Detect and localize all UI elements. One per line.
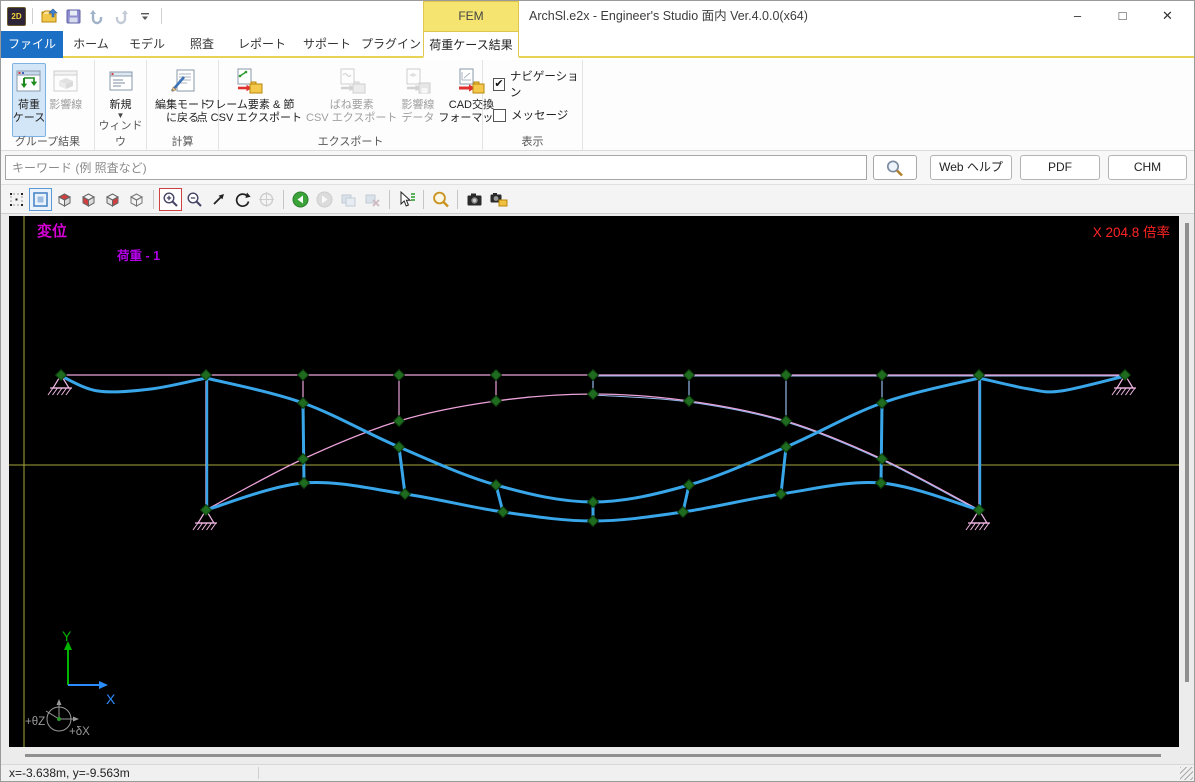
message-checkbox-row[interactable]: メッセージ xyxy=(493,107,582,123)
navigation-checkbox-label: ナビゲーション xyxy=(510,68,582,100)
influence-data-icon xyxy=(403,67,433,97)
model-viewport[interactable] xyxy=(9,216,1179,747)
toolbar-divider xyxy=(457,190,458,209)
search-button[interactable] xyxy=(873,155,917,180)
cad-exchange-icon xyxy=(456,67,486,97)
toolbar-divider xyxy=(283,190,284,209)
influence-data-button[interactable]: 影響線 データ xyxy=(400,63,435,137)
undo-icon[interactable] xyxy=(87,6,107,26)
view-cube-front-icon[interactable] xyxy=(53,188,76,211)
zoom-in-icon[interactable] xyxy=(159,188,182,211)
tab-model[interactable]: モデル xyxy=(119,31,175,58)
tab-support[interactable]: サポート xyxy=(295,31,359,58)
ribbon-group-window: 新規 ▼ ウィンドウ xyxy=(95,60,147,150)
rotate-icon[interactable] xyxy=(231,188,254,211)
toolbar-divider xyxy=(423,190,424,209)
ribbon: 荷重 ケース 影響線 グループ結果 xyxy=(1,60,1194,151)
pointer-select-icon[interactable] xyxy=(395,188,418,211)
message-checkbox-label: メッセージ xyxy=(511,107,568,123)
maximize-button[interactable]: □ xyxy=(1100,1,1145,31)
status-bar: x=-3.638m, y=-9.563m xyxy=(1,764,1194,781)
orbit-icon[interactable] xyxy=(255,188,278,211)
resize-grip-icon[interactable] xyxy=(1180,767,1193,780)
return-edit-mode-icon xyxy=(168,67,198,97)
tab-report[interactable]: レポート xyxy=(229,31,295,58)
window-title: ArchSl.e2x - Engineer's Studio 面内 Ver.4.… xyxy=(529,1,808,31)
zoom-out-icon[interactable] xyxy=(183,188,206,211)
toolbar-divider xyxy=(389,190,390,209)
preview-zoom-icon[interactable] xyxy=(429,188,452,211)
view-cube-iso-icon[interactable] xyxy=(101,188,124,211)
model-copy-icon[interactable] xyxy=(337,188,360,211)
nav-forward-icon[interactable] xyxy=(313,188,336,211)
tab-loadcase-results[interactable]: 荷重ケース結果 xyxy=(423,31,519,58)
fit-view-icon[interactable] xyxy=(29,188,52,211)
ribbon-group-export: フレーム要素 & 節 点 CSV エクスポート ばね要素 CSV エクスポート xyxy=(219,60,483,150)
model-delete-icon[interactable] xyxy=(361,188,384,211)
pan-icon[interactable] xyxy=(207,188,230,211)
load-case-icon xyxy=(14,67,44,97)
load-case-button[interactable]: 荷重 ケース xyxy=(12,63,46,137)
window-controls: – □ ✕ xyxy=(1055,1,1190,31)
web-help-button[interactable]: Web ヘルプ xyxy=(930,155,1012,180)
open-file-icon[interactable] xyxy=(39,6,59,26)
pdf-button[interactable]: PDF xyxy=(1020,155,1100,180)
toolbar-divider xyxy=(153,190,154,209)
divider xyxy=(32,8,33,24)
minimize-button[interactable]: – xyxy=(1055,1,1100,31)
influence-line-icon xyxy=(51,67,81,97)
tab-file[interactable]: ファイル xyxy=(1,31,63,58)
search-icon xyxy=(884,159,906,177)
group-label: エクスポート xyxy=(219,133,482,149)
message-checkbox[interactable] xyxy=(493,109,506,122)
title-bar: 2D FEM ArchSl.e2x - Engineer's Studio 面内… xyxy=(1,1,1194,31)
canvas-area: YX+θZ+δX 変位 荷重 - 1 X 204.8 倍率 xyxy=(1,214,1194,764)
chm-button[interactable]: CHM xyxy=(1108,155,1187,180)
nav-back-icon[interactable] xyxy=(289,188,312,211)
quick-access-toolbar: 2D xyxy=(7,4,164,28)
ribbon-tab-row: ファイル ホーム モデル 照査 レポート サポート プラグイン 荷重ケース結果 xyxy=(1,31,1194,58)
ribbon-group-results: 荷重 ケース 影響線 グループ結果 xyxy=(1,60,95,150)
cursor-coordinates: x=-3.638m, y=-9.563m xyxy=(9,766,130,780)
group-label: グループ結果 xyxy=(1,133,94,149)
tab-plugin[interactable]: プラグイン xyxy=(359,31,423,58)
tab-check[interactable]: 照査 xyxy=(175,31,229,58)
view-toolbar xyxy=(1,185,1194,214)
frame-node-csv-export-button[interactable]: フレーム要素 & 節 点 CSV エクスポート xyxy=(196,63,303,137)
csv-export-icon xyxy=(234,67,264,97)
group-label: ウィンドウ xyxy=(95,117,146,149)
new-window-icon xyxy=(106,67,136,97)
result-type-label: 変位 xyxy=(37,220,67,241)
group-label: 表示 xyxy=(483,133,582,149)
influence-line-button[interactable]: 影響線 xyxy=(48,63,83,137)
navigation-checkbox-row[interactable]: ✔ ナビゲーション xyxy=(493,68,582,100)
navigation-checkbox[interactable]: ✔ xyxy=(493,78,505,91)
app-icon[interactable]: 2D xyxy=(7,7,26,26)
ribbon-group-display: ✔ ナビゲーション メッセージ 表示 xyxy=(483,60,583,150)
camera-icon[interactable] xyxy=(463,188,486,211)
contextual-tab-fem[interactable]: FEM xyxy=(423,1,519,31)
scale-factor-label: X 204.8 倍率 xyxy=(1093,221,1170,241)
divider xyxy=(258,767,259,779)
search-row: Web ヘルプ PDF CHM xyxy=(1,151,1194,185)
spring-csv-export-icon xyxy=(337,67,367,97)
customize-toolbar-icon[interactable] xyxy=(135,6,155,26)
view-cube-top-icon[interactable] xyxy=(77,188,100,211)
app-window: 2D FEM ArchSl.e2x - Engineer's Studio 面内… xyxy=(0,0,1195,782)
horizontal-scrollbar[interactable] xyxy=(25,754,1161,757)
save-icon[interactable] xyxy=(63,6,83,26)
view-cube-wire-icon[interactable] xyxy=(125,188,148,211)
vertical-scrollbar[interactable] xyxy=(1185,223,1189,682)
close-button[interactable]: ✕ xyxy=(1145,1,1190,31)
load-case-label: 荷重 - 1 xyxy=(117,245,160,264)
tab-home[interactable]: ホーム xyxy=(63,31,119,58)
divider xyxy=(161,8,162,24)
camera-save-icon[interactable] xyxy=(487,188,510,211)
search-input[interactable] xyxy=(5,155,867,180)
redo-icon[interactable] xyxy=(111,6,131,26)
spring-csv-export-button[interactable]: ばね要素 CSV エクスポート xyxy=(305,63,398,137)
select-nodes-icon[interactable] xyxy=(5,188,28,211)
